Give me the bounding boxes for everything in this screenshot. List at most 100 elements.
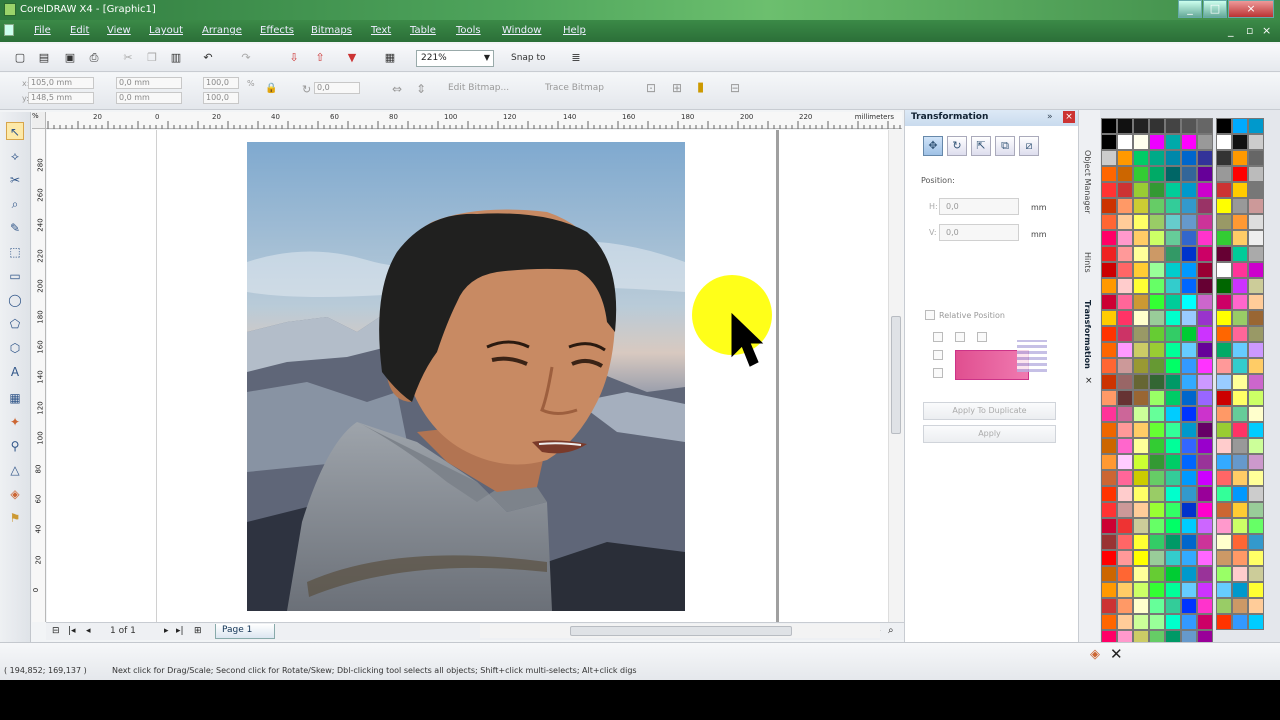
color-swatch[interactable] (1117, 470, 1133, 486)
anchor-middle-left-checkbox[interactable] (933, 350, 943, 360)
color-swatch[interactable] (1149, 166, 1165, 182)
color-swatch[interactable] (1232, 326, 1248, 342)
color-swatch[interactable] (1165, 486, 1181, 502)
color-swatch[interactable] (1232, 150, 1248, 166)
color-swatch[interactable] (1117, 198, 1133, 214)
cut-icon[interactable]: ✂ (120, 50, 136, 66)
import-icon[interactable]: ⇩ (286, 50, 302, 66)
color-swatch[interactable] (1117, 518, 1133, 534)
first-page-icon[interactable]: ⊟ (52, 626, 60, 636)
doc-restore-icon[interactable]: ▫ (1246, 24, 1253, 37)
polygon-tool-icon[interactable]: ⬠ (6, 315, 24, 333)
color-swatch[interactable] (1117, 406, 1133, 422)
color-swatch[interactable] (1117, 262, 1133, 278)
color-swatch[interactable] (1133, 262, 1149, 278)
color-swatch[interactable] (1248, 534, 1264, 550)
color-swatch[interactable] (1165, 582, 1181, 598)
color-swatch[interactable] (1181, 262, 1197, 278)
color-swatch[interactable] (1197, 150, 1213, 166)
color-swatch[interactable] (1165, 518, 1181, 534)
color-swatch[interactable] (1133, 118, 1149, 134)
color-swatch[interactable] (1181, 246, 1197, 262)
color-swatch[interactable] (1232, 214, 1248, 230)
color-swatch[interactable] (1117, 150, 1133, 166)
color-swatch[interactable] (1216, 118, 1232, 134)
mirror-v-icon[interactable]: ⇕ (416, 82, 426, 96)
color-swatch[interactable] (1133, 358, 1149, 374)
color-swatch[interactable] (1248, 550, 1264, 566)
color-swatch[interactable] (1248, 230, 1264, 246)
color-swatch[interactable] (1149, 230, 1165, 246)
maximize-button[interactable]: □ (1203, 0, 1227, 18)
menu-arrange[interactable]: Arrange (202, 25, 242, 36)
color-swatch[interactable] (1133, 582, 1149, 598)
last-page-icon[interactable]: ▸| (176, 626, 184, 636)
color-swatch[interactable] (1133, 470, 1149, 486)
color-swatch[interactable] (1181, 518, 1197, 534)
color-swatch[interactable] (1248, 310, 1264, 326)
color-swatch[interactable] (1165, 182, 1181, 198)
color-swatch[interactable] (1101, 262, 1117, 278)
rectangle-tool-icon[interactable]: ▭ (6, 267, 24, 285)
color-swatch[interactable] (1197, 470, 1213, 486)
color-swatch[interactable] (1149, 582, 1165, 598)
color-swatch[interactable] (1133, 390, 1149, 406)
color-swatch[interactable] (1216, 438, 1232, 454)
color-swatch[interactable] (1133, 550, 1149, 566)
color-swatch[interactable] (1165, 214, 1181, 230)
side-tab-close-icon[interactable]: × (1085, 376, 1093, 386)
position-h-field[interactable]: 0,0 (939, 198, 1019, 215)
color-swatch[interactable] (1165, 278, 1181, 294)
color-swatch[interactable] (1232, 534, 1248, 550)
color-swatch[interactable] (1101, 150, 1117, 166)
color-swatch[interactable] (1181, 374, 1197, 390)
color-swatch[interactable] (1197, 230, 1213, 246)
color-swatch[interactable] (1133, 326, 1149, 342)
vertical-ruler[interactable]: 280 260 240 220 200 180 160 140 120 100 … (32, 129, 46, 622)
color-swatch[interactable] (1181, 582, 1197, 598)
color-swatch[interactable] (1149, 534, 1165, 550)
color-swatch[interactable] (1216, 614, 1232, 630)
menu-view[interactable]: View (107, 25, 131, 36)
color-swatch[interactable] (1216, 166, 1232, 182)
color-swatch[interactable] (1197, 566, 1213, 582)
menu-text[interactable]: Text (371, 25, 391, 36)
color-swatch[interactable] (1181, 230, 1197, 246)
color-swatch[interactable] (1165, 326, 1181, 342)
color-swatch[interactable] (1181, 134, 1197, 150)
basic-shapes-tool-icon[interactable]: ⬡ (6, 339, 24, 357)
color-swatch[interactable] (1181, 422, 1197, 438)
doc-close-icon[interactable]: × (1262, 24, 1271, 37)
color-swatch[interactable] (1117, 246, 1133, 262)
fill-indicator-icon[interactable]: ◈ (1090, 647, 1100, 662)
color-swatch[interactable] (1117, 310, 1133, 326)
color-swatch[interactable] (1101, 598, 1117, 614)
color-swatch[interactable] (1133, 182, 1149, 198)
color-swatch[interactable] (1248, 278, 1264, 294)
color-swatch[interactable] (1117, 582, 1133, 598)
color-swatch[interactable] (1165, 550, 1181, 566)
color-swatch[interactable] (1248, 214, 1264, 230)
color-swatch[interactable] (1232, 134, 1248, 150)
minimize-button[interactable]: _ (1178, 0, 1202, 18)
color-swatch[interactable] (1248, 118, 1264, 134)
color-swatch[interactable] (1101, 390, 1117, 406)
color-swatch[interactable] (1133, 534, 1149, 550)
color-swatch[interactable] (1216, 454, 1232, 470)
navigator-icon[interactable]: ⌕ (888, 625, 894, 636)
color-swatch[interactable] (1248, 422, 1264, 438)
color-swatch[interactable] (1216, 374, 1232, 390)
color-swatch[interactable] (1133, 486, 1149, 502)
color-swatch[interactable] (1117, 390, 1133, 406)
color-swatch[interactable] (1165, 310, 1181, 326)
rotation-field[interactable]: 0,0 (314, 82, 360, 94)
color-swatch[interactable] (1248, 342, 1264, 358)
color-swatch[interactable] (1165, 406, 1181, 422)
color-swatch[interactable] (1149, 614, 1165, 630)
color-swatch[interactable] (1117, 294, 1133, 310)
color-swatch[interactable] (1117, 342, 1133, 358)
color-swatch[interactable] (1216, 294, 1232, 310)
color-swatch[interactable] (1117, 422, 1133, 438)
color-swatch[interactable] (1248, 166, 1264, 182)
color-swatch[interactable] (1181, 470, 1197, 486)
